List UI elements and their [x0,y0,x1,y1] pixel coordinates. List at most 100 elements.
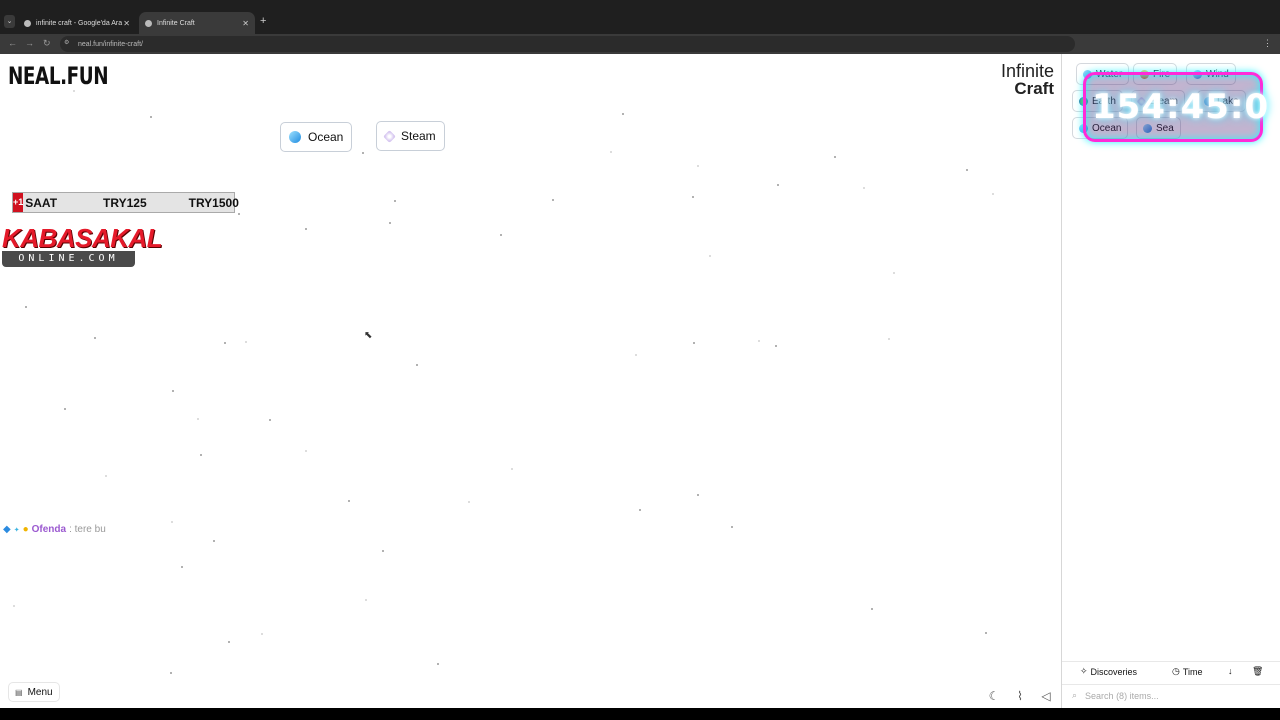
site-info-icon[interactable]: ⚙ [64,39,69,46]
tab-list-button[interactable]: ⌄ [4,15,15,28]
sort-bar: ✧ Discoveries ◷ Time ↓ 🗑 [1062,661,1280,681]
sort-discoveries-label: Discoveries [1090,666,1138,677]
background-dot [692,196,694,198]
menu-button[interactable]: ▤ Menu [8,682,60,702]
browser-window: ⌄ infinite craft - Google'da Ara ✕ Infin… [0,0,1280,720]
new-tab-icon[interactable]: + [260,15,266,27]
emoji-icon: ● [22,524,29,535]
background-dot [871,608,873,610]
sort-direction-icon[interactable]: ↓ [1228,666,1233,676]
background-dot [693,342,695,344]
chat-username: Ofenda [31,524,67,535]
background-dot [238,213,240,215]
background-dot [992,193,994,195]
close-icon[interactable]: ✕ [242,19,249,28]
infinite-craft-title: Infinite Craft [998,62,1054,98]
chat-text: : tere bu [69,524,106,535]
background-dot [13,605,15,607]
neal-fun-logo[interactable]: NEAL.FUN [8,62,109,90]
promo-col-2: TRY125 [103,195,147,210]
stream-timer-overlay: 154:45:0 [1083,72,1268,142]
address-bar[interactable]: neal.fun/infinite-craft/ [60,36,1075,52]
background-dot [622,113,624,115]
background-dot [197,418,199,420]
background-dot [639,509,641,511]
background-dot [181,566,183,568]
background-dot [416,364,418,366]
close-icon[interactable]: ✕ [123,19,130,28]
trash-icon[interactable]: 🗑 [1252,666,1263,677]
background-dot [200,454,202,456]
sponsor-logo-bottom: ONLINE.COM [2,251,135,267]
canvas-item-steam[interactable]: Steam [376,121,445,151]
background-dot [731,526,733,528]
search-bar[interactable]: ⌕ Search (8) items... [1062,684,1280,706]
stream-promo-banner: +1 SAAT TRY125 TRY1500 [12,192,239,213]
elements-sidebar: Water Fire Wind Earth Steam Lake Ocean S… [1061,54,1280,708]
browser-toolbar: ← → ↻ neal.fun/infinite-craft/ ⚙ ⋮ [0,34,1280,54]
background-dot [863,187,865,189]
background-dot [224,342,226,344]
background-dot [94,337,96,339]
background-dot [610,151,612,153]
badge-icon: ✦ [13,526,20,534]
tab-strip: ⌄ infinite craft - Google'da Ara ✕ Infin… [0,0,1280,34]
background-dot [394,200,396,202]
search-icon: ⌕ [1072,690,1078,700]
search-input[interactable]: Search (8) items... [1085,691,1159,701]
background-dot [635,354,637,356]
sort-time-label: Time [1182,666,1203,677]
background-dot [697,494,699,496]
sound-icon[interactable]: ◁ [1039,689,1053,703]
background-dot [213,540,215,542]
title-line-2: Craft [1014,79,1054,98]
cube-icon: ◆ [3,524,11,535]
forward-icon[interactable]: → [25,38,34,48]
tab-title: infinite craft - Google'da Ara [36,19,123,27]
background-dot [468,501,470,503]
background-dot [709,255,711,257]
background-dot [73,90,75,92]
promo-col-3: TRY1500 [188,195,239,210]
promo-badge: +1 [13,193,24,212]
background-dot [437,663,439,665]
background-dot [105,475,107,477]
clear-broom-icon[interactable]: ⌇ [1013,689,1027,703]
background-dot [893,272,895,274]
background-dot [269,419,271,421]
site-icon [145,19,152,27]
sponsor-logo-top: KABASAKAL [2,223,163,253]
dark-mode-icon[interactable]: ☾ [987,689,1001,703]
sort-discoveries-button[interactable]: ✧ Discoveries [1080,666,1137,677]
discoveries-icon: ✧ [1080,666,1088,676]
title-line-1: Infinite [1000,61,1054,81]
background-dot [305,228,307,230]
sort-time-button[interactable]: ◷ Time [1172,666,1203,677]
sponsor-logo: KABASAKAL ONLINE.COM [2,223,163,269]
ocean-icon [289,131,301,143]
reload-icon[interactable]: ↻ [43,38,51,49]
tab-title: Infinite Craft [157,19,195,27]
tab-infinite-craft[interactable]: Infinite Craft ✕ [139,12,255,34]
background-dot [758,340,760,342]
background-dot [170,672,172,674]
background-dot [777,184,779,186]
item-label: Ocean [308,130,344,144]
more-menu-icon[interactable]: ⋮ [1263,38,1272,49]
background-dot [834,156,836,158]
tab-google-search[interactable]: infinite craft - Google'da Ara ✕ [18,12,136,34]
back-icon[interactable]: ← [8,38,17,48]
craft-canvas[interactable]: NEAL.FUN Infinite Craft Ocean Steam +1 S… [0,54,1061,708]
background-dot [245,341,247,343]
background-dot [511,468,513,470]
canvas-item-ocean[interactable]: Ocean [280,122,353,152]
background-dot [150,116,152,118]
background-dot [775,345,777,347]
mouse-cursor-icon: ⬉ [364,330,373,341]
background-dot [888,338,890,340]
background-dot [228,641,230,643]
background-dot [500,234,502,236]
menu-label: Menu [27,686,53,698]
background-dot [25,306,27,308]
clock-icon: ◷ [1172,666,1180,676]
